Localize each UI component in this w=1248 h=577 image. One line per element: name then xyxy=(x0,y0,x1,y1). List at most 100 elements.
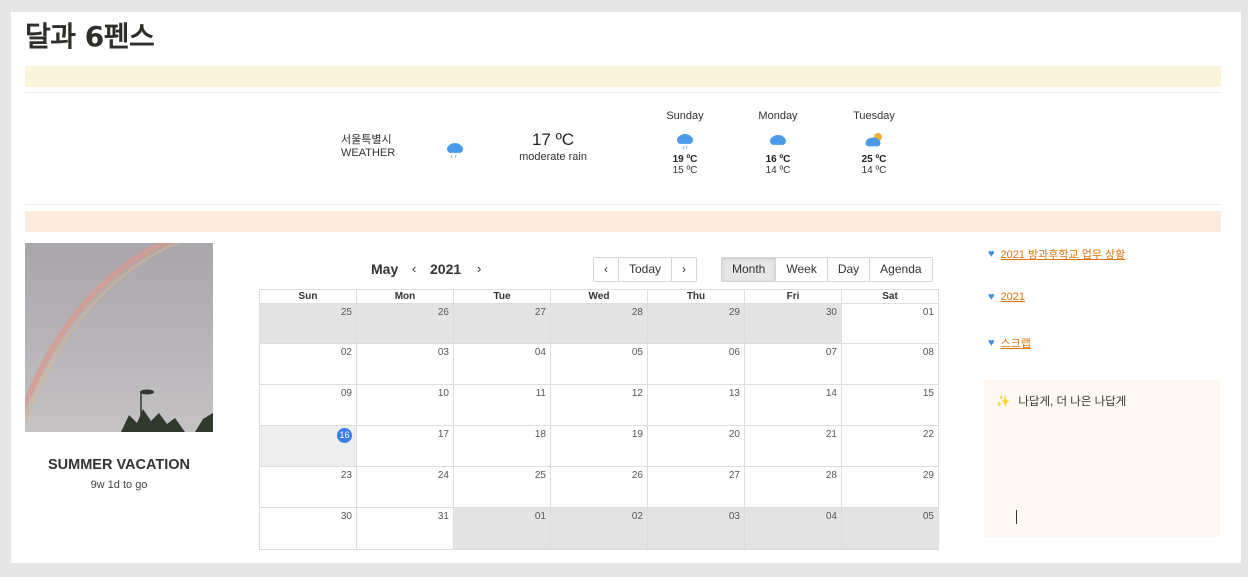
calendar-day-cell[interactable]: 05 xyxy=(841,508,938,549)
day-number: 25 xyxy=(534,470,546,481)
calendar-day-cell[interactable]: 21 xyxy=(744,426,841,466)
calendar-day-cell[interactable]: 08 xyxy=(841,344,938,384)
calendar-day-cell[interactable]: 12 xyxy=(550,385,647,425)
calendar-week-row: 30 31 01 02 03 04 05 xyxy=(260,508,938,549)
calendar-view-group: Month Week Day Agenda xyxy=(721,257,933,282)
note-callout[interactable]: ✨ 나답게, 더 나은 나답게 xyxy=(984,380,1220,537)
calendar-day-cell[interactable]: 25 xyxy=(260,304,356,343)
calendar-day-cell[interactable]: 29 xyxy=(841,467,938,507)
calendar-day-cell[interactable]: 04 xyxy=(744,508,841,549)
agenda-view-button[interactable]: Agenda xyxy=(869,258,932,281)
calendar-day-cell[interactable]: 30 xyxy=(744,304,841,343)
blue-heart-icon: ♥ xyxy=(988,291,995,303)
calendar-day-cell[interactable]: 02 xyxy=(260,344,356,384)
page-link-label[interactable]: 스크랩 xyxy=(1001,335,1031,351)
calendar-year[interactable]: 2021 xyxy=(430,261,461,277)
day-number: 30 xyxy=(340,511,352,522)
forecast-day-name: Sunday xyxy=(666,110,704,122)
today-button[interactable]: Today xyxy=(618,258,672,281)
day-number: 23 xyxy=(340,470,352,481)
calendar-day-cell[interactable]: 22 xyxy=(841,426,938,466)
calendar-day-cell[interactable]: 17 xyxy=(356,426,453,466)
calendar-day-cell[interactable]: 14 xyxy=(744,385,841,425)
prev-month-arrow[interactable]: ‹ xyxy=(412,261,416,276)
calendar-day-cell[interactable]: 07 xyxy=(744,344,841,384)
calendar-day-cell[interactable]: 10 xyxy=(356,385,453,425)
calendar-week-row: 02 03 04 05 06 07 08 xyxy=(260,344,938,385)
day-number: 02 xyxy=(340,347,352,358)
weekday-label: Fri xyxy=(744,290,841,303)
day-number: 13 xyxy=(728,388,740,399)
page-link-scrap[interactable]: ♥ 스크랩 xyxy=(988,335,1031,351)
day-number: 06 xyxy=(728,347,740,358)
calendar-day-cell[interactable]: 02 xyxy=(550,508,647,549)
calendar-day-cell[interactable]: 20 xyxy=(647,426,744,466)
calendar-day-cell[interactable]: 03 xyxy=(356,344,453,384)
note-line[interactable]: ✨ 나답게, 더 나은 나답게 xyxy=(996,393,1126,409)
prev-button[interactable]: ‹ xyxy=(594,258,618,281)
calendar-day-cell[interactable]: 01 xyxy=(453,508,550,549)
calendar-day-cell[interactable]: 13 xyxy=(647,385,744,425)
calendar-day-cell[interactable]: 26 xyxy=(356,304,453,343)
weekday-label: Tue xyxy=(453,290,550,303)
calendar-day-cell[interactable]: 18 xyxy=(453,426,550,466)
day-number: 05 xyxy=(631,347,643,358)
calendar-day-cell[interactable]: 04 xyxy=(453,344,550,384)
day-number: 15 xyxy=(922,388,934,399)
calendar-day-cell[interactable]: 23 xyxy=(260,467,356,507)
calendar-day-cell[interactable]: 26 xyxy=(550,467,647,507)
day-number: 17 xyxy=(437,429,449,440)
day-number: 02 xyxy=(631,511,643,522)
day-number: 03 xyxy=(728,511,740,522)
day-number: 27 xyxy=(728,470,740,481)
calendar-day-cell[interactable]: 28 xyxy=(744,467,841,507)
calendar-day-cell[interactable]: 24 xyxy=(356,467,453,507)
note-text: 나답게, 더 나은 나답게 xyxy=(1018,396,1127,408)
calendar-day-cell[interactable]: 09 xyxy=(260,385,356,425)
calendar-week-row: 09 10 11 12 13 14 15 xyxy=(260,385,938,426)
calendar-week-row: 23 24 25 26 27 28 29 xyxy=(260,467,938,508)
month-view-button[interactable]: Month xyxy=(722,258,776,281)
day-number: 19 xyxy=(631,429,643,440)
current-desc: moderate rain xyxy=(519,151,587,163)
forecast-day-tuesday: Tuesday 25 ºC 14 ºC xyxy=(834,110,914,176)
sparkles-icon: ✨ xyxy=(996,396,1011,408)
page-link-2021[interactable]: ♥ 2021 xyxy=(988,291,1025,303)
day-number: 28 xyxy=(825,470,837,481)
calendar-day-cell[interactable]: 27 xyxy=(647,467,744,507)
callout-band-yellow xyxy=(25,66,1221,87)
calendar-day-cell[interactable]: 27 xyxy=(453,304,550,343)
page-link-label[interactable]: 2021 xyxy=(1001,291,1025,303)
calendar-day-cell[interactable]: 05 xyxy=(550,344,647,384)
day-number: 29 xyxy=(728,307,740,318)
calendar-day-cell[interactable]: 15 xyxy=(841,385,938,425)
calendar-day-cell[interactable]: 01 xyxy=(841,304,938,343)
calendar-day-cell[interactable]: 30 xyxy=(260,508,356,549)
forecast-low: 15 ºC xyxy=(672,165,698,176)
calendar-day-cell[interactable]: 25 xyxy=(453,467,550,507)
day-number: 30 xyxy=(825,307,837,318)
page-link-label[interactable]: 2021 방과후학교 업무 상황 xyxy=(1001,246,1126,262)
next-button[interactable]: › xyxy=(671,258,697,281)
calendar-month[interactable]: May xyxy=(371,261,398,277)
page-link-afterschool[interactable]: ♥ 2021 방과후학교 업무 상황 xyxy=(988,246,1125,262)
day-number: 01 xyxy=(534,511,546,522)
day-view-button[interactable]: Day xyxy=(826,258,870,281)
calendar-day-cell[interactable]: 06 xyxy=(647,344,744,384)
calendar-week-row: 16 17 18 19 20 21 22 xyxy=(260,426,938,467)
calendar-day-cell[interactable]: 03 xyxy=(647,508,744,549)
day-number: 05 xyxy=(922,511,934,522)
calendar-day-cell[interactable]: 28 xyxy=(550,304,647,343)
calendar-day-cell[interactable]: 11 xyxy=(453,385,550,425)
weekday-label: Sat xyxy=(841,290,938,303)
week-view-button[interactable]: Week xyxy=(775,258,827,281)
calendar-day-today[interactable]: 16 xyxy=(260,426,356,466)
calendar-day-cell[interactable]: 19 xyxy=(550,426,647,466)
calendar-day-cell[interactable]: 29 xyxy=(647,304,744,343)
countdown-title: SUMMER VACATION xyxy=(47,457,191,473)
day-number: 07 xyxy=(825,347,837,358)
calendar-day-cell[interactable]: 31 xyxy=(356,508,453,549)
next-month-arrow[interactable]: › xyxy=(477,261,481,276)
day-number: 26 xyxy=(631,470,643,481)
day-number: 22 xyxy=(922,429,934,440)
